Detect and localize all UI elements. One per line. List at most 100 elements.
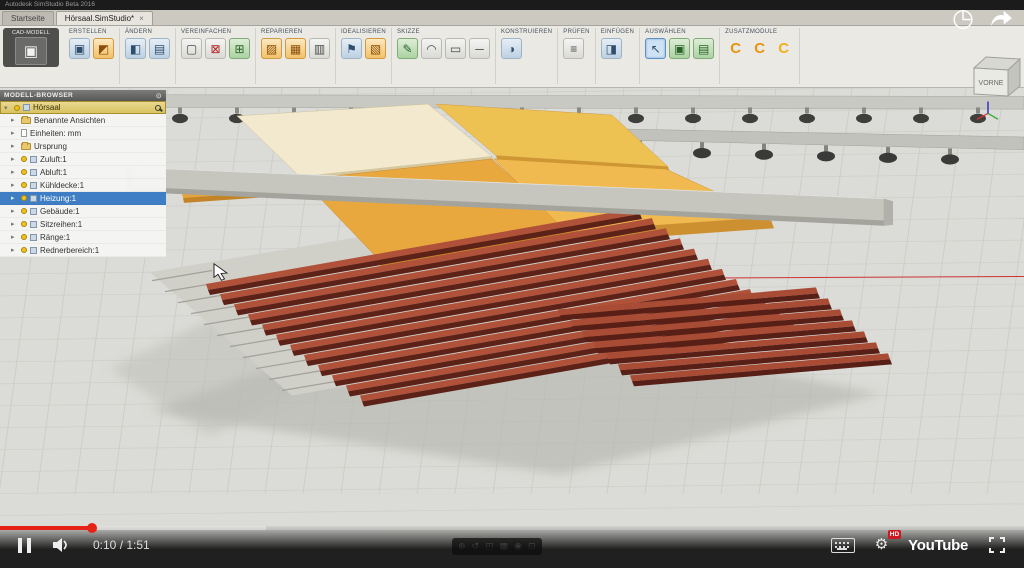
expand-caret[interactable]: ▸ xyxy=(11,155,18,163)
yt-overlay-top: ◷ xyxy=(952,6,1014,31)
search-icon[interactable] xyxy=(155,105,161,111)
browser-item-k-hldecke-1[interactable]: ▸Kühldecke:1 xyxy=(0,179,166,192)
expand-caret[interactable]: ▸ xyxy=(11,233,18,241)
browser-item-abluft-1[interactable]: ▸Abluft:1 xyxy=(0,166,166,179)
construct-plane-icon[interactable]: ◑ xyxy=(501,38,522,59)
tab-startseite[interactable]: Startseite xyxy=(2,11,54,25)
browser-item-h-rsaal[interactable]: ▾Hörsaal xyxy=(0,101,166,114)
expand-caret[interactable]: ▸ xyxy=(11,168,18,176)
viewport-3d[interactable]: MODELL-BROWSER ⊙ ▾Hörsaal ▸ Benannte Ansic… xyxy=(0,88,1024,568)
sketch-rect-icon[interactable]: ▭ xyxy=(445,38,466,59)
progress-knob[interactable] xyxy=(87,523,97,533)
ribbon-group: ERSTELLEN ▣◩ xyxy=(64,28,120,84)
expand-caret[interactable]: ▸ xyxy=(11,207,18,215)
ribbon-group: KONSTRUIEREN◑ xyxy=(496,28,558,84)
youtube-logo[interactable]: YouTube xyxy=(908,537,968,554)
expand-caret[interactable]: ▸ xyxy=(11,246,18,254)
settings-button[interactable]: ⚙ HD xyxy=(875,536,888,554)
tab-hoersaal-document[interactable]: Hörsaal.SimStudio* × xyxy=(56,11,153,25)
tab-label: Hörsaal.SimStudio* xyxy=(65,14,134,23)
select-body-icon[interactable]: ▣ xyxy=(669,38,690,59)
browser-item-label: Benannte Ansichten xyxy=(34,116,105,125)
ribbon-group-label: IDEALISIEREN xyxy=(341,29,386,35)
addin-c3-icon[interactable]: C xyxy=(773,38,794,59)
sketch-create-icon[interactable]: ✎ xyxy=(397,38,418,59)
expand-caret[interactable]: ▸ xyxy=(11,116,18,124)
repair-report-icon[interactable]: ▥ xyxy=(309,38,330,59)
browser-item-rednerbereich-1[interactable]: ▸Rednerbereich:1 xyxy=(0,244,166,257)
yt-control-bar: 0:10 / 1:51 ⚙ HD YouTube xyxy=(0,526,1024,568)
window-title: Autodesk SimStudio Beta 2016 xyxy=(5,1,95,8)
browser-item-r-nge-1[interactable]: ▸Ränge:1 xyxy=(0,231,166,244)
visibility-bulb-icon[interactable] xyxy=(21,234,27,240)
browser-item-einheiten-mm[interactable]: ▸ Einheiten: mm xyxy=(0,127,166,140)
sketch-arc-icon[interactable]: ◠ xyxy=(421,38,442,59)
repair-mesh-icon[interactable]: ▦ xyxy=(285,38,306,59)
watch-later-icon[interactable]: ◷ xyxy=(952,6,974,31)
volume-icon[interactable] xyxy=(53,538,71,552)
model-browser-title: MODELL-BROWSER xyxy=(4,92,73,99)
sketch-line-icon[interactable]: ─ xyxy=(469,38,490,59)
edit-properties-icon[interactable]: ▤ xyxy=(149,38,170,59)
ribbon-group: EINFÜGEN◨ xyxy=(596,28,640,84)
component-icon xyxy=(30,208,37,215)
visibility-bulb-icon[interactable] xyxy=(14,105,20,111)
ribbon-group-label: VEREINFACHEN xyxy=(181,29,250,35)
visibility-bulb-icon[interactable] xyxy=(21,195,27,201)
expand-caret[interactable]: ▾ xyxy=(4,104,11,112)
expand-caret[interactable]: ▸ xyxy=(11,142,18,150)
visibility-bulb-icon[interactable] xyxy=(21,156,27,162)
idealize-flag-icon[interactable]: ⚑ xyxy=(341,38,362,59)
model-browser-header[interactable]: MODELL-BROWSER ⊙ xyxy=(0,90,166,101)
expand-caret[interactable]: ▸ xyxy=(11,220,18,228)
fullscreen-icon[interactable] xyxy=(988,536,1006,554)
visibility-bulb-icon[interactable] xyxy=(21,169,27,175)
visibility-bulb-icon[interactable] xyxy=(21,208,27,214)
create-primitive-icon[interactable]: ▣ xyxy=(69,38,90,59)
simplify-add-icon[interactable]: ⊞ xyxy=(229,38,250,59)
pause-button[interactable] xyxy=(18,538,31,553)
browser-item-heizung-1[interactable]: ▸Heizung:1 xyxy=(0,192,166,205)
simplify-remove-icon[interactable]: ⊠ xyxy=(205,38,226,59)
select-group-icon[interactable]: ▤ xyxy=(693,38,714,59)
measure-icon[interactable]: ≡ xyxy=(563,38,584,59)
insert-icon[interactable]: ◨ xyxy=(601,38,622,59)
document-tabbar: Startseite Hörsaal.SimStudio* × xyxy=(0,10,1024,26)
ribbon-icon-row: ↖▣▤ xyxy=(645,38,714,59)
expand-caret[interactable]: ▸ xyxy=(11,194,18,202)
progress-bar[interactable] xyxy=(0,526,1024,530)
visibility-bulb-icon[interactable] xyxy=(21,247,27,253)
visibility-bulb-icon[interactable] xyxy=(21,221,27,227)
expand-caret[interactable]: ▸ xyxy=(11,129,18,137)
browser-item-geb-ude-1[interactable]: ▸ Gebäude:1 xyxy=(0,205,166,218)
viewcube[interactable]: VORNE xyxy=(962,50,1022,111)
ribbon-toolbar: CAD-MODELL ▣ ERSTELLEN▣◩ÄNDERN◧▤VEREINFA… xyxy=(0,26,1024,88)
tab-close-icon[interactable]: × xyxy=(139,14,144,23)
select-cursor-icon[interactable]: ↖ xyxy=(645,38,666,59)
browser-item-label: Einheiten: mm xyxy=(30,129,81,138)
component-icon xyxy=(30,247,37,254)
browser-item-sitzreihen-1[interactable]: ▸Sitzreihen:1 xyxy=(0,218,166,231)
folder-icon xyxy=(21,117,31,124)
browser-item-ursprung[interactable]: ▸Ursprung xyxy=(0,140,166,153)
expand-caret[interactable]: ▸ xyxy=(11,181,18,189)
ribbon-group-label: ERSTELLEN xyxy=(69,29,114,35)
subtitles-icon[interactable] xyxy=(831,538,855,553)
simplify-body-icon[interactable]: ▢ xyxy=(181,38,202,59)
idealize-sheet-icon[interactable]: ▧ xyxy=(365,38,386,59)
browser-options-icon[interactable]: ⊙ xyxy=(156,92,162,100)
create-extrude-icon[interactable]: ◩ xyxy=(93,38,114,59)
youtube-player: Autodesk SimStudio Beta 2016 Startseite … xyxy=(0,0,1024,568)
browser-item-benannte-ansichten[interactable]: ▸ Benannte Ansichten xyxy=(0,114,166,127)
visibility-bulb-icon[interactable] xyxy=(21,182,27,188)
component-icon xyxy=(30,156,37,163)
browser-item-zuluft-1[interactable]: ▸Zuluft:1 xyxy=(0,153,166,166)
browser-item-label: Gebäude:1 xyxy=(40,207,80,216)
workspace-badge[interactable]: CAD-MODELL ▣ xyxy=(3,28,59,67)
share-icon[interactable] xyxy=(988,9,1014,29)
addin-c1-icon[interactable]: C xyxy=(725,38,746,59)
ribbon-group-label: ZUSATZMODULE xyxy=(725,29,794,35)
addin-c2-icon[interactable]: C xyxy=(749,38,770,59)
repair-body-icon[interactable]: ▨ xyxy=(261,38,282,59)
edit-body-icon[interactable]: ◧ xyxy=(125,38,146,59)
